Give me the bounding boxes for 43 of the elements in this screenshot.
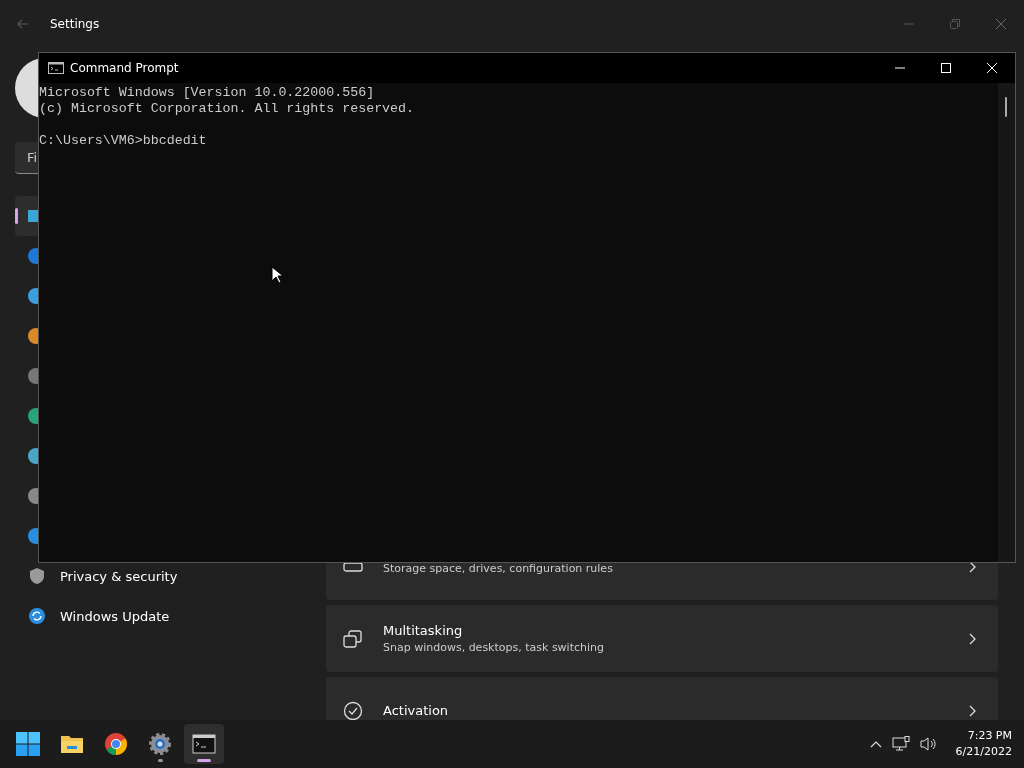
settings-category-icon [28, 408, 38, 424]
console-line: (c) Microsoft Corporation. All rights reserved. [39, 101, 415, 116]
card-title: Multitasking [383, 623, 464, 638]
pointer-icon [271, 266, 283, 284]
settings-category-icon [28, 448, 38, 464]
speaker-icon[interactable] [919, 736, 938, 752]
window-title: Settings [50, 17, 100, 31]
terminal-icon [192, 732, 216, 756]
check-circle-icon [343, 700, 363, 720]
chevron-icon [968, 632, 976, 645]
windows-stack-icon [343, 628, 363, 649]
gear-icon [148, 732, 172, 756]
settings-card[interactable]: Activation [326, 677, 998, 720]
card-subtitle: Snap windows, desktops, task switching [383, 641, 605, 654]
nav-item[interactable]: Privacy & security [60, 568, 178, 584]
nav-item[interactable]: Windows Update [60, 608, 170, 624]
windows-logo-icon [16, 732, 40, 756]
taskbar-button[interactable] [184, 724, 224, 764]
sync-icon [28, 607, 46, 625]
settings-category-icon [28, 528, 38, 544]
running-indicator [158, 759, 163, 762]
console-icon [48, 62, 64, 74]
browser-icon [104, 732, 128, 756]
active-indicator [197, 759, 211, 762]
settings-category-icon [28, 288, 38, 304]
clock[interactable]: 7:23 PM 6/21/2022 [955, 728, 1012, 760]
settings-category-icon [28, 248, 38, 264]
console-line: Microsoft Windows [Version 10.0.22000.556] [39, 85, 375, 100]
card-title: Activation [383, 703, 450, 718]
chevron-up-icon[interactable] [869, 740, 882, 748]
selection-indicator [15, 208, 18, 224]
console-title: Command Prompt [70, 61, 179, 75]
shield-icon [28, 567, 46, 585]
settings-category-icon [28, 328, 38, 344]
settings-category-icon [28, 488, 38, 504]
maximize-icon[interactable] [941, 63, 951, 73]
console-line: C:\Users\VM6>bbcdedit [39, 133, 207, 148]
chevron-icon [968, 704, 976, 717]
card-subtitle: Storage space, drives, configuration rules [383, 561, 614, 575]
settings-category-icon [28, 368, 38, 384]
settings-category-icon [28, 208, 38, 224]
network-icon[interactable] [891, 736, 910, 752]
settings-card[interactable]: Multitasking Snap windows, desktops, task switching [326, 605, 998, 672]
